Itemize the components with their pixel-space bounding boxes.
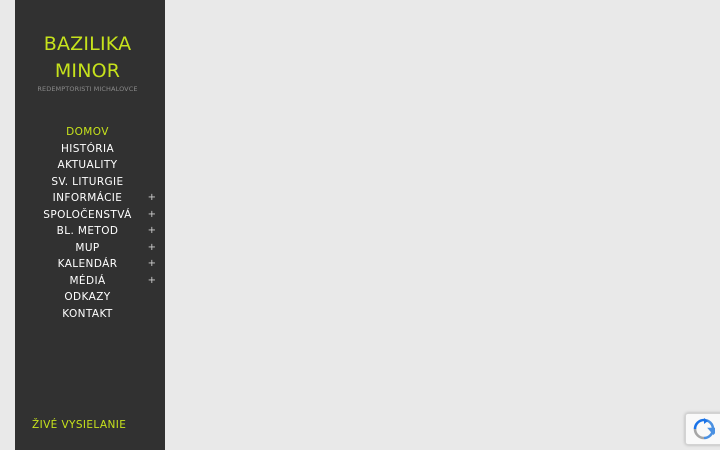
recaptcha-badge[interactable] (685, 413, 720, 445)
nav-item-label: INFORMÁCIE (52, 192, 123, 204)
site-title-line2: MINOR (54, 60, 121, 82)
nav-item-spolocenstva[interactable]: SPOLOČENSTVÁ + (15, 207, 160, 224)
nav-item-media[interactable]: MÉDIÁ + (15, 273, 160, 290)
recaptcha-icon (693, 418, 715, 440)
nav-item-mup[interactable]: MUP + (15, 240, 160, 257)
nav-item-label: AKTUALITY (57, 159, 118, 171)
nav-item-historia[interactable]: HISTÓRIA (15, 141, 160, 158)
site-title[interactable]: BAZILIKA MINOR (15, 31, 160, 85)
nav-item-kalendar[interactable]: KALENDÁR + (15, 256, 160, 273)
sidebar: BAZILIKA MINOR REDEMPTORISTI MICHALOVCE … (15, 0, 165, 450)
site-tagline: REDEMPTORISTI MICHALOVCE (37, 85, 138, 93)
site-title-line1: BAZILIKA (43, 33, 132, 55)
nav-item-label: SPOLOČENSTVÁ (43, 208, 132, 221)
page: BAZILIKA MINOR REDEMPTORISTI MICHALOVCE … (0, 0, 720, 450)
expand-plus-icon[interactable]: + (147, 190, 157, 207)
nav-item-domov[interactable]: DOMOV (15, 124, 160, 141)
nav-item-informacie[interactable]: INFORMÁCIE + (15, 190, 160, 207)
nav-item-label: SV. LITURGIE (51, 175, 124, 188)
nav-item-kontakt[interactable]: KONTAKT (15, 306, 160, 323)
nav-item-label: KALENDÁR (57, 258, 118, 270)
nav-item-sv-liturgie[interactable]: SV. LITURGIE (15, 174, 160, 191)
nav-item-label: MUP (75, 241, 100, 254)
expand-plus-icon[interactable]: + (147, 256, 157, 273)
nav-item-label: HISTÓRIA (60, 142, 115, 155)
expand-plus-icon[interactable]: + (147, 240, 157, 257)
nav-item-label: DOMOV (66, 126, 109, 138)
expand-plus-icon[interactable]: + (147, 273, 157, 290)
expand-plus-icon[interactable]: + (147, 223, 157, 240)
nav-item-odkazy[interactable]: ODKAZY (15, 289, 160, 306)
expand-plus-icon[interactable]: + (147, 207, 157, 224)
nav-item-label: MÉDIÁ (69, 274, 106, 287)
nav-item-aktuality[interactable]: AKTUALITY (15, 157, 160, 174)
main-nav: DOMOV HISTÓRIA AKTUALITY SV. LITURGIE IN… (15, 124, 165, 322)
nav-item-label: BL. METOD (56, 225, 119, 237)
nav-item-label: KONTAKT (62, 307, 113, 320)
nav-item-bl-metod[interactable]: BL. METOD + (15, 223, 160, 240)
nav-item-label: ODKAZY (64, 291, 111, 303)
live-stream-link[interactable]: ŽIVÉ VYSIELANIE (32, 419, 126, 431)
